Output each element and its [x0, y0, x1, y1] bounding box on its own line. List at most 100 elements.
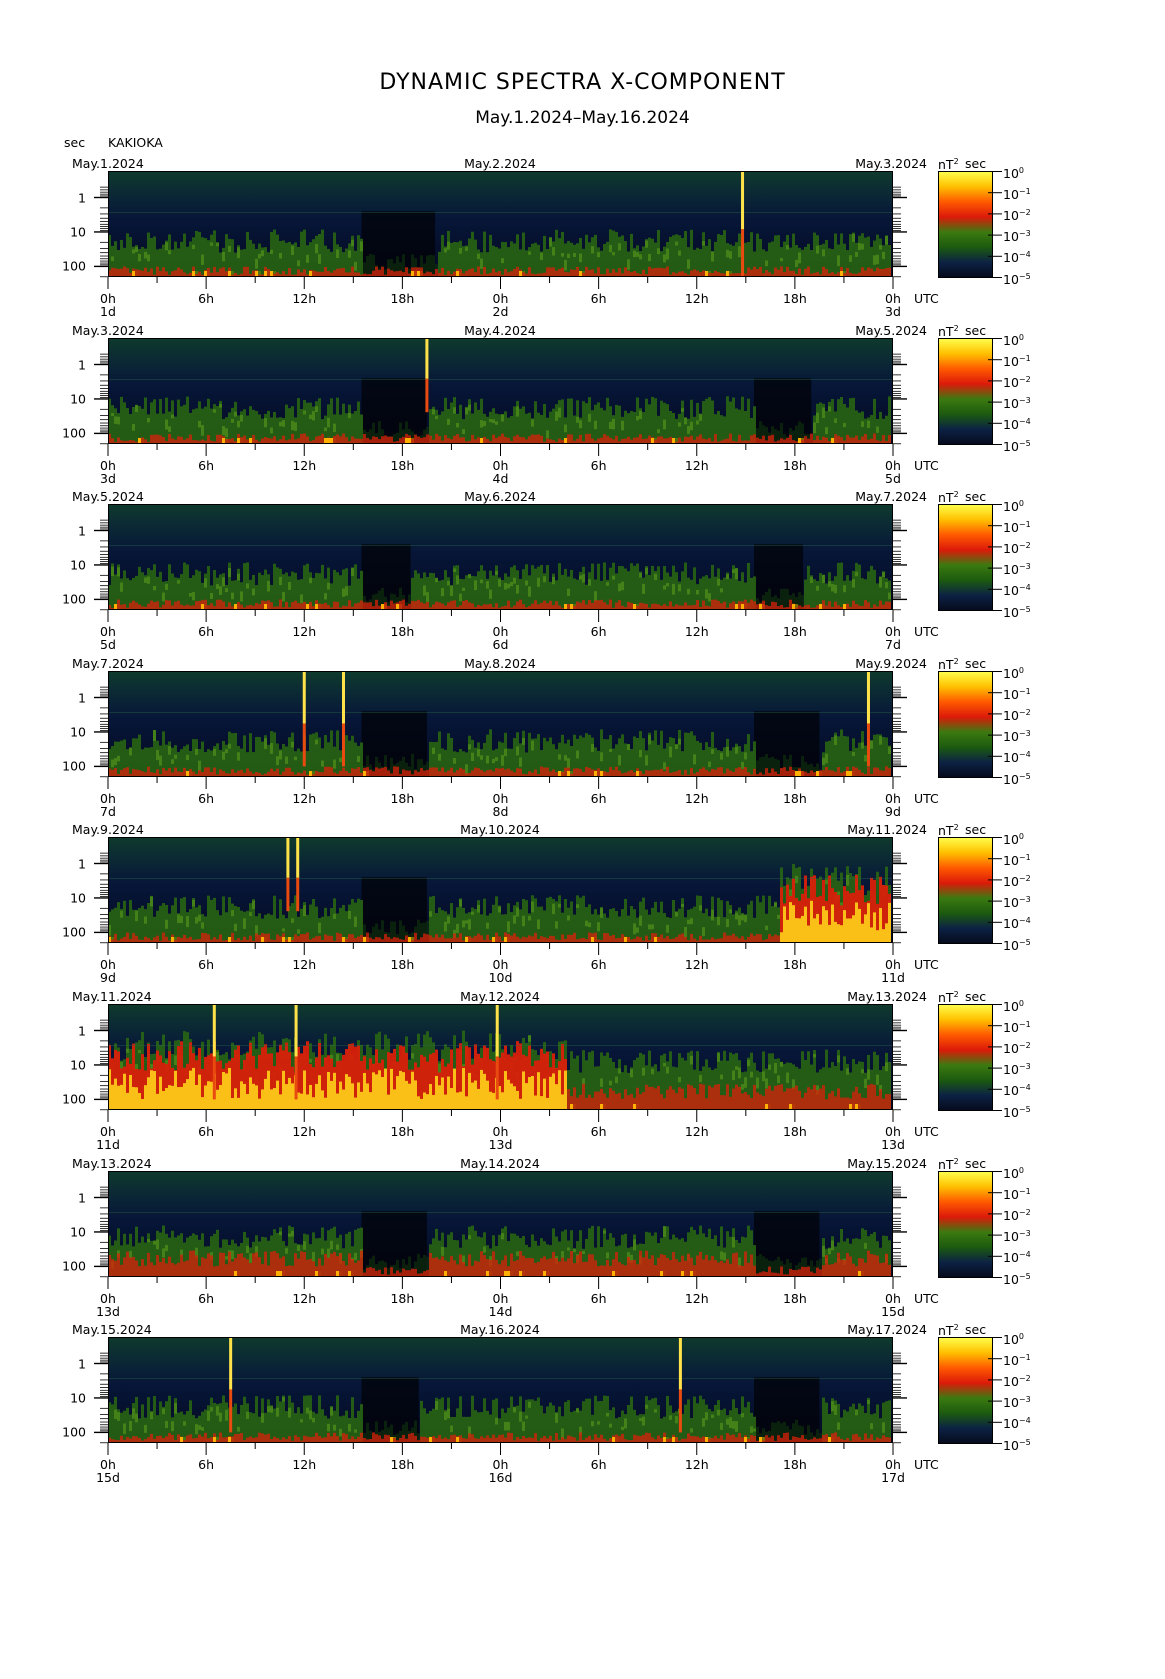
colorbar-unit-label: nT2 — [938, 655, 959, 671]
colorbar-tick-label: 10−5 — [1003, 436, 1031, 452]
day-mid-label: 13d — [488, 1137, 513, 1152]
y-tick-label: 10 — [70, 557, 86, 573]
colorbar-tick-label: 10−5 — [1003, 769, 1031, 785]
colorbar — [938, 1337, 1002, 1444]
y-tick-label: 10 — [70, 1390, 86, 1406]
colorbar — [938, 171, 1002, 278]
day-mid-label: 10d — [488, 970, 513, 985]
colorbar-tick-label-exponent: −3 — [1018, 562, 1031, 572]
day-left-label: 11d — [96, 1137, 120, 1152]
x-tick-label: 12h — [684, 458, 709, 473]
spike-mark — [678, 1389, 682, 1433]
colorbar-tick-label-base: 10 — [1003, 207, 1019, 223]
colorbar-gradient — [938, 1004, 993, 1111]
colorbar-tick-label: 10−5 — [1003, 269, 1031, 285]
colorbar-tick-label: 10−2 — [1003, 872, 1031, 888]
spectrogram-panel — [94, 671, 907, 789]
spectrogram-panel — [94, 504, 907, 622]
x-tick-label: 6h — [590, 1457, 607, 1472]
colorbar-tick-label: 10−3 — [1003, 1227, 1031, 1243]
colorbar-tick-label-base: 10 — [1003, 729, 1019, 745]
colorbar-tick-label-exponent: −2 — [1018, 540, 1031, 550]
day-right-label: 9d — [885, 804, 901, 819]
colorbar-tick-label-base: 10 — [1003, 665, 1019, 681]
colorbar-tick-label: 10−1 — [1003, 518, 1031, 534]
spike-mark — [286, 877, 290, 912]
day-mid-label: 6d — [492, 637, 509, 652]
date-mid-label: May.6.2024 — [464, 489, 536, 504]
date-mid-label: May.10.2024 — [460, 822, 540, 837]
x-tick-label: 6h — [590, 791, 607, 806]
colorbar-gradient — [938, 1337, 993, 1444]
colorbar-tick-label: 10−4 — [1003, 248, 1031, 264]
colorbar-unit-label-exponent: 2 — [953, 657, 959, 666]
x-tick-label: 12h — [292, 1124, 317, 1139]
x-tick-label: 12h — [684, 1124, 709, 1139]
colorbar-tick-label-exponent: −1 — [1018, 686, 1031, 696]
colorbar-tick-label: 10−1 — [1003, 185, 1031, 201]
colorbar-tick-label-exponent: −2 — [1018, 374, 1031, 384]
colorbar-tick-label-base: 10 — [1003, 562, 1019, 578]
figure: DYNAMIC SPECTRA X-COMPONENT May.1.2024–M… — [0, 0, 1165, 1679]
colorbar-tick-label-base: 10 — [1003, 1229, 1019, 1245]
date-mid-label: May.12.2024 — [460, 989, 540, 1004]
y-tick-label: 10 — [70, 1057, 86, 1073]
x-tick-label: 18h — [782, 1291, 807, 1306]
date-right-label: May.3.2024 — [855, 156, 927, 171]
x-tick-label: 12h — [684, 291, 709, 306]
spike-mark — [425, 378, 429, 413]
colorbar-tick-label-exponent: −5 — [1018, 604, 1031, 614]
colorbar-tick-label-exponent: 0 — [1018, 165, 1024, 175]
y-tick-label: 1 — [78, 1023, 86, 1038]
colorbar-tick-label-exponent: −2 — [1018, 207, 1031, 217]
spike-mark — [302, 723, 306, 767]
y-tick-label: 1 — [78, 523, 86, 538]
spectrogram-panel — [94, 1337, 907, 1455]
colorbar-gradient — [938, 504, 993, 611]
spectrogram-panel — [94, 171, 907, 289]
colorbar-unit-suffix: sec — [965, 656, 987, 671]
colorbar-tick-label: 10−1 — [1003, 1018, 1031, 1034]
y-tick-label: 100 — [62, 1091, 86, 1107]
colorbar-tick-label-exponent: −2 — [1018, 1040, 1031, 1050]
colorbar-unit-label-base: nT — [938, 1157, 954, 1173]
utc-label: UTC — [914, 1124, 939, 1139]
colorbar-tick-label-exponent: −1 — [1018, 186, 1031, 196]
date-mid-label: May.8.2024 — [464, 656, 536, 671]
colorbar-unit-suffix: sec — [965, 989, 987, 1004]
colorbar-tick-label: 10−2 — [1003, 1206, 1031, 1222]
date-mid-label: May.4.2024 — [464, 323, 536, 338]
colorbar-tick-label-base: 10 — [1003, 707, 1019, 723]
colorbar-tick-label: 100 — [1003, 496, 1024, 512]
utc-label: UTC — [914, 291, 939, 306]
date-left-label: May.13.2024 — [72, 1156, 152, 1171]
x-tick-label: 6h — [590, 1291, 607, 1306]
y-tick-label: 10 — [70, 724, 86, 740]
colorbar-tick-label: 10−1 — [1003, 851, 1031, 867]
colorbar-tick-label-exponent: 0 — [1018, 998, 1024, 1008]
day-right-label: 5d — [885, 471, 901, 486]
x-tick-label: 12h — [684, 624, 709, 639]
spike-mark — [741, 229, 745, 277]
colorbar-tick-label-base: 10 — [1003, 271, 1019, 287]
colorbar-unit-label-base: nT — [938, 657, 954, 673]
day-mid-label: 8d — [492, 804, 509, 819]
colorbar-unit-label-exponent: 2 — [953, 990, 959, 999]
spike-mark — [866, 671, 870, 724]
colorbar-tick-label-exponent: −2 — [1018, 1207, 1031, 1217]
colorbar-tick-label-exponent: 0 — [1018, 665, 1024, 675]
day-left-label: 3d — [100, 471, 116, 486]
utc-label: UTC — [914, 1291, 939, 1306]
x-tick-label: 12h — [684, 1457, 709, 1472]
x-tick-label: 12h — [684, 1291, 709, 1306]
spike-mark — [495, 1056, 499, 1100]
colorbar-tick-label: 10−3 — [1003, 893, 1031, 909]
utc-label: UTC — [914, 624, 939, 639]
date-right-label: May.7.2024 — [855, 489, 927, 504]
spike-mark — [294, 1004, 298, 1057]
x-axis-ticks — [107, 777, 894, 789]
colorbar-tick-label-base: 10 — [1003, 916, 1019, 932]
x-tick-label: 18h — [390, 291, 415, 306]
day-right-label: 11d — [881, 970, 905, 985]
colorbar-tick-label: 10−1 — [1003, 1351, 1031, 1367]
